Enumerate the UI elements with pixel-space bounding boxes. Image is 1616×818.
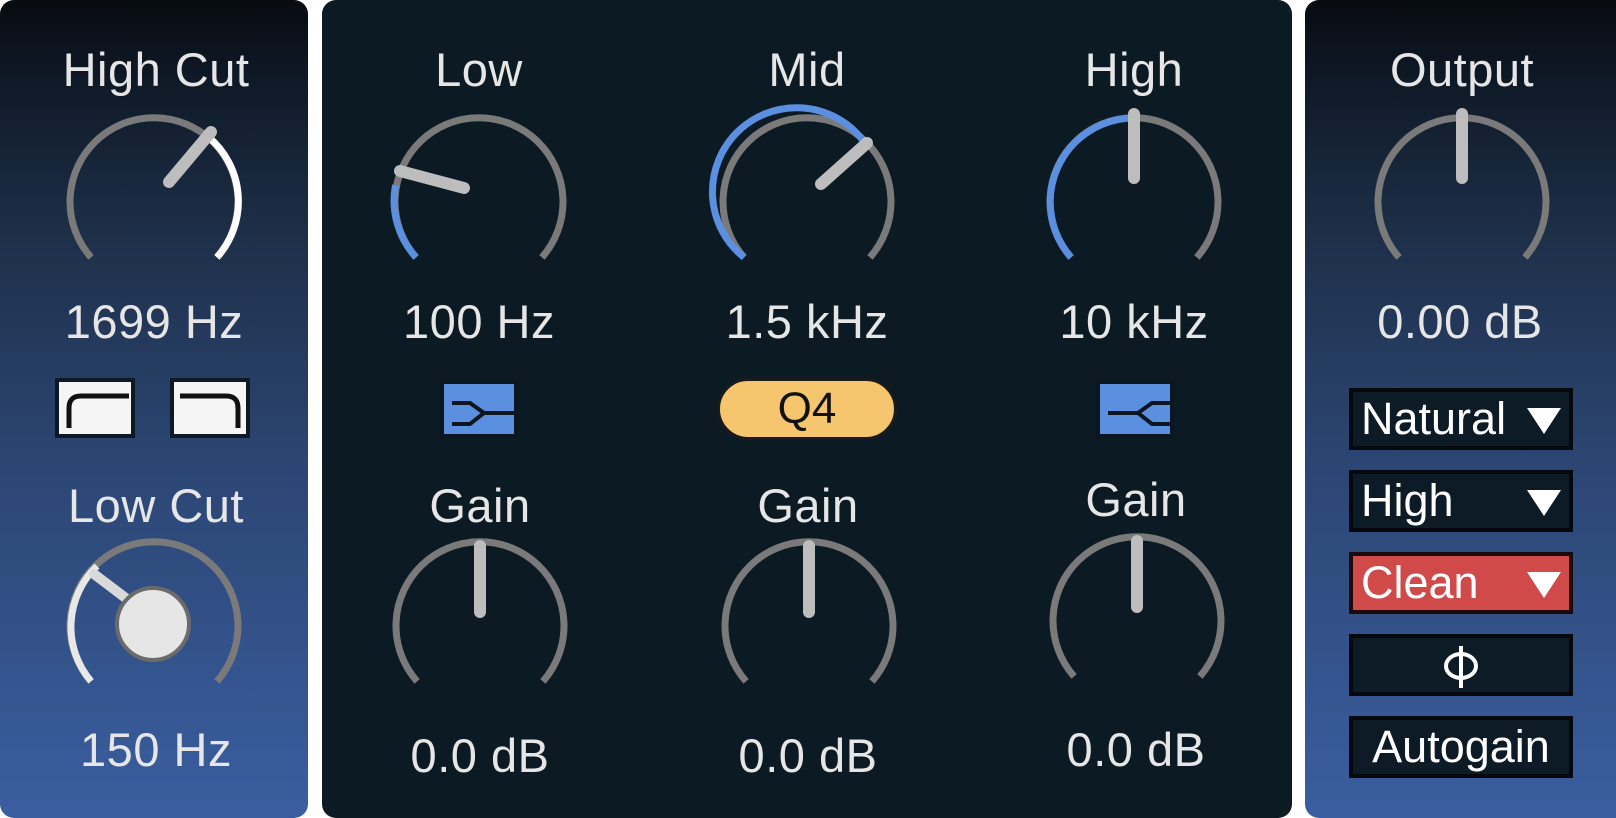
output-knob[interactable]	[1362, 102, 1562, 302]
mid-gain-value: 0.0 dB	[738, 729, 878, 782]
q-button[interactable]: Q4	[717, 378, 897, 440]
high-freq-value: 10 kHz	[1059, 295, 1209, 348]
chevron-down-icon	[1527, 490, 1561, 516]
chevron-down-icon	[1527, 572, 1561, 598]
high-cut-knob[interactable]	[54, 102, 254, 302]
character-dropdown[interactable]: Clean	[1349, 552, 1573, 614]
high-shelf-button[interactable]	[1096, 380, 1174, 438]
output-label: Output	[1389, 43, 1535, 96]
mid-gain-knob[interactable]	[709, 526, 909, 726]
high-band-label: High	[1084, 43, 1184, 96]
low-shelf-icon	[452, 401, 514, 426]
low-freq-value: 100 Hz	[403, 295, 555, 348]
phase-invert-button[interactable]	[1349, 634, 1573, 696]
character-dropdown-label: Clean	[1361, 557, 1479, 608]
high-gain-label: Gain	[1085, 473, 1187, 526]
lowpass-curve-icon	[66, 393, 129, 428]
chevron-down-icon	[1527, 408, 1561, 434]
high-cut-slope-toggle[interactable]	[55, 378, 135, 438]
quality-dropdown[interactable]: High	[1349, 470, 1573, 532]
high-shelf-icon	[1108, 401, 1170, 426]
high-freq-knob[interactable]	[1034, 102, 1234, 302]
autogain-button[interactable]: Autogain	[1349, 716, 1573, 778]
mode-dropdown[interactable]: Natural	[1349, 388, 1573, 450]
output-value: 0.00 dB	[1377, 295, 1543, 348]
mid-freq-value: 1.5 kHz	[725, 295, 889, 348]
mid-band-label: Mid	[768, 43, 846, 96]
low-cut-value: 150 Hz	[80, 723, 232, 776]
low-shelf-button[interactable]	[440, 380, 518, 438]
low-cut-knob[interactable]	[54, 526, 254, 726]
low-cut-slope-toggle[interactable]	[170, 378, 250, 438]
high-cut-value: 1699 Hz	[64, 295, 244, 348]
high-gain-value: 0.0 dB	[1066, 723, 1206, 776]
low-band-label: Low	[435, 43, 523, 96]
low-freq-knob[interactable]	[379, 102, 579, 302]
phase-icon	[1444, 646, 1478, 688]
low-gain-value: 0.0 dB	[410, 729, 550, 782]
high-cut-label: High Cut	[62, 43, 250, 96]
high-gain-knob[interactable]	[1037, 521, 1237, 721]
highpass-curve-icon	[180, 393, 241, 428]
mode-dropdown-label: Natural	[1361, 393, 1507, 444]
low-gain-knob[interactable]	[380, 526, 580, 726]
mid-freq-knob[interactable]	[707, 102, 907, 302]
quality-dropdown-label: High	[1361, 475, 1454, 526]
